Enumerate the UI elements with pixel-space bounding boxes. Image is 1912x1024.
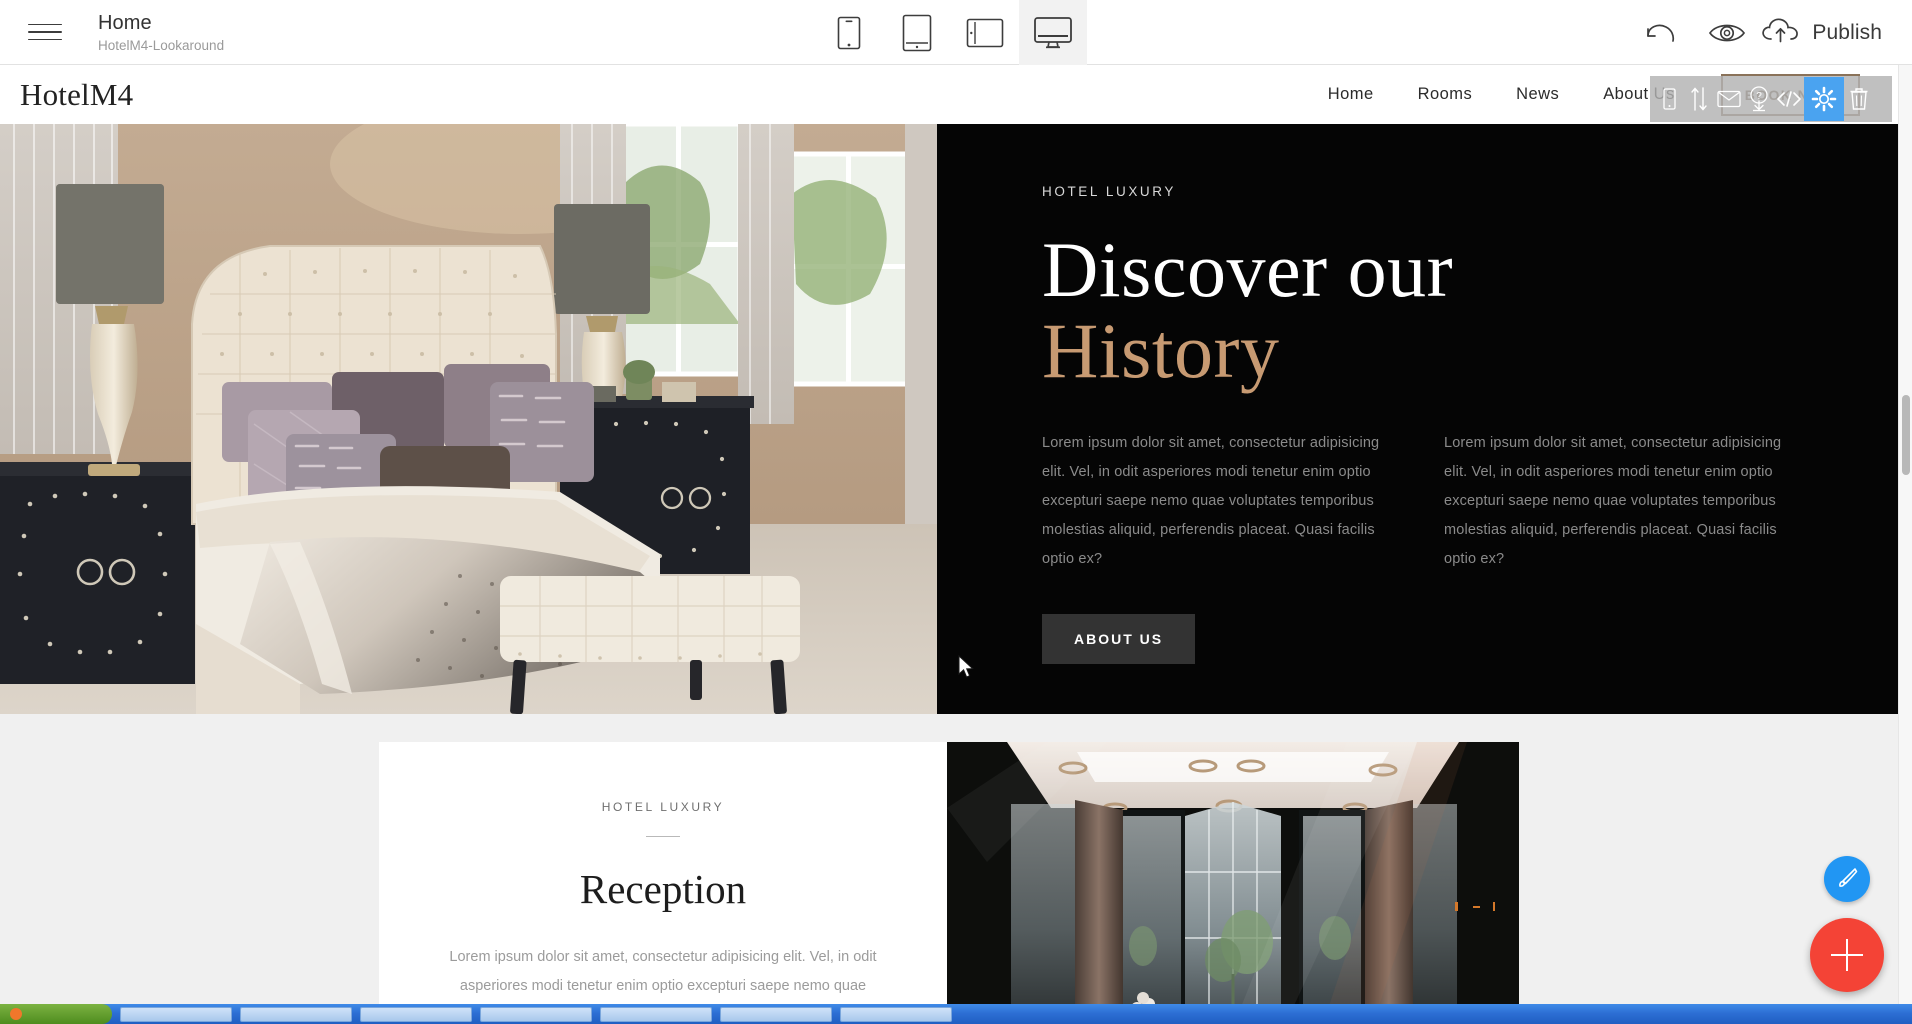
hero-bedroom-image[interactable] [0,124,937,714]
envelope-icon[interactable] [1714,77,1744,121]
help-icon[interactable]: ? [1744,77,1774,121]
publish-button[interactable]: Publish [1760,16,1890,49]
nav-item-rooms[interactable]: Rooms [1396,85,1495,104]
reception-section: HOTEL LUXURY Reception Lorem ipsum dolor… [0,714,1898,1024]
reception-title: Reception [579,866,747,912]
hero-title-line2: History [1042,307,1280,395]
start-orb-icon [10,1008,22,1020]
mobirise-editor-window: Home HotelM4-Lookaround Publish HotelM4 … [0,0,1912,1024]
editor-actions: Publish [1628,0,1890,65]
nav-item-home[interactable]: Home [1306,85,1396,104]
reception-divider [646,836,680,837]
hero-eyebrow: HOTEL LUXURY [1042,184,1176,199]
taskbar-item[interactable] [240,1006,352,1022]
nav-item-news[interactable]: News [1494,85,1581,104]
reception-text-card: HOTEL LUXURY Reception Lorem ipsum dolor… [379,742,947,1024]
page-meta: Home HotelM4-Lookaround [98,12,224,53]
device-preview-group [815,0,1087,65]
mobile-view-icon[interactable] [1654,77,1684,121]
cloud-upload-icon [1760,16,1802,49]
reception-eyebrow: HOTEL LUXURY [601,800,725,814]
trash-icon[interactable] [1844,77,1874,121]
taskbar-item[interactable] [840,1006,952,1022]
about-us-button[interactable]: ABOUT US [1042,614,1196,665]
device-desktop-button[interactable] [1019,0,1087,65]
publish-label: Publish [1812,20,1882,44]
editor-toolbar: Home HotelM4-Lookaround Publish [0,0,1912,65]
move-block-icon[interactable] [1684,77,1714,121]
taskbar-item[interactable] [360,1006,472,1022]
device-mobile-button[interactable] [815,0,883,65]
hero-title: Discover our History [1042,229,1842,391]
scrollbar-thumb[interactable] [1902,395,1910,475]
add-block-button[interactable] [1810,918,1884,992]
page-canvas: HotelM4 Home Rooms News About Us BOOK NO… [0,65,1898,1024]
taskbar-item[interactable] [720,1006,832,1022]
hero-paragraph-right: Lorem ipsum dolor sit amet, consectetur … [1444,435,1782,568]
page-scrollbar[interactable] [1898,65,1912,1024]
device-tablet-landscape-button[interactable] [951,0,1019,65]
hero-paragraph-left: Lorem ipsum dolor sit amet, consectetur … [1042,435,1380,568]
reception-inner: HOTEL LUXURY Reception Lorem ipsum dolor… [379,742,1519,1024]
page-title: Home [98,11,152,34]
taskbar-item[interactable] [480,1006,592,1022]
site-brand[interactable]: HotelM4 [20,77,133,113]
start-button[interactable] [0,1004,112,1024]
taskbar-item[interactable] [600,1006,712,1022]
undo-icon[interactable] [1628,0,1694,65]
project-name: HotelM4-Lookaround [98,37,225,53]
device-tablet-portrait-button[interactable] [883,0,951,65]
theme-brush-button[interactable] [1824,856,1870,902]
hamburger-menu-icon[interactable] [28,18,62,47]
hero-text-columns: Lorem ipsum dolor sit amet, consectetur … [1042,429,1802,574]
svg-text:?: ? [1756,91,1762,102]
site-header: HotelM4 Home Rooms News About Us BOOK NO… [0,65,1898,124]
taskbar-item[interactable] [120,1006,232,1022]
block-toolbar: ? [1650,76,1892,122]
hero-copy: HOTEL LUXURY Discover our History Lorem … [937,124,1898,714]
hero-section: HOTEL LUXURY Discover our History Lorem … [0,124,1898,714]
brush-icon [1835,865,1859,894]
code-icon[interactable] [1774,77,1804,121]
preview-eye-icon[interactable] [1694,0,1760,65]
gear-icon[interactable] [1804,77,1844,121]
os-taskbar [0,1004,1912,1024]
reception-lobby-image[interactable] [947,742,1519,1024]
hero-title-line1: Discover our [1042,226,1454,313]
